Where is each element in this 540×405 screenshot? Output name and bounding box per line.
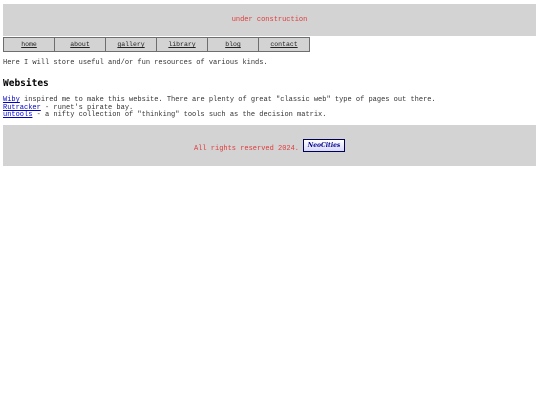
websites-list: Wiby inspired me to make this website. T… bbox=[3, 96, 533, 120]
footer: All rights reserved 2024. NeoCities bbox=[3, 125, 536, 166]
list-item: untools - a nifty collection of "thinkin… bbox=[3, 111, 533, 120]
untools-link[interactable]: untools bbox=[3, 111, 32, 119]
main-content: Here I will store useful and/or fun reso… bbox=[3, 59, 533, 120]
nav-home-link[interactable]: home bbox=[3, 37, 55, 52]
header-banner: under construction bbox=[3, 4, 536, 36]
under-construction-text: under construction bbox=[231, 16, 308, 24]
nav-blog-link[interactable]: blog bbox=[207, 37, 259, 52]
neocities-logo-icon: NeoCities bbox=[307, 141, 341, 149]
untools-description: - a nifty collection of "thinking" tools… bbox=[32, 111, 327, 120]
copyright-text: All rights reserved 2024. bbox=[193, 144, 300, 153]
nav-library-link[interactable]: library bbox=[156, 37, 208, 52]
neocities-badge[interactable]: NeoCities bbox=[303, 139, 346, 152]
nav-bar: home about gallery library blog contact bbox=[3, 37, 310, 52]
nav-contact-link[interactable]: contact bbox=[258, 37, 310, 52]
nav-gallery-link[interactable]: gallery bbox=[105, 37, 157, 52]
intro-text: Here I will store useful and/or fun reso… bbox=[3, 59, 268, 67]
websites-heading: Websites bbox=[3, 78, 49, 89]
nav-about-link[interactable]: about bbox=[54, 37, 106, 52]
